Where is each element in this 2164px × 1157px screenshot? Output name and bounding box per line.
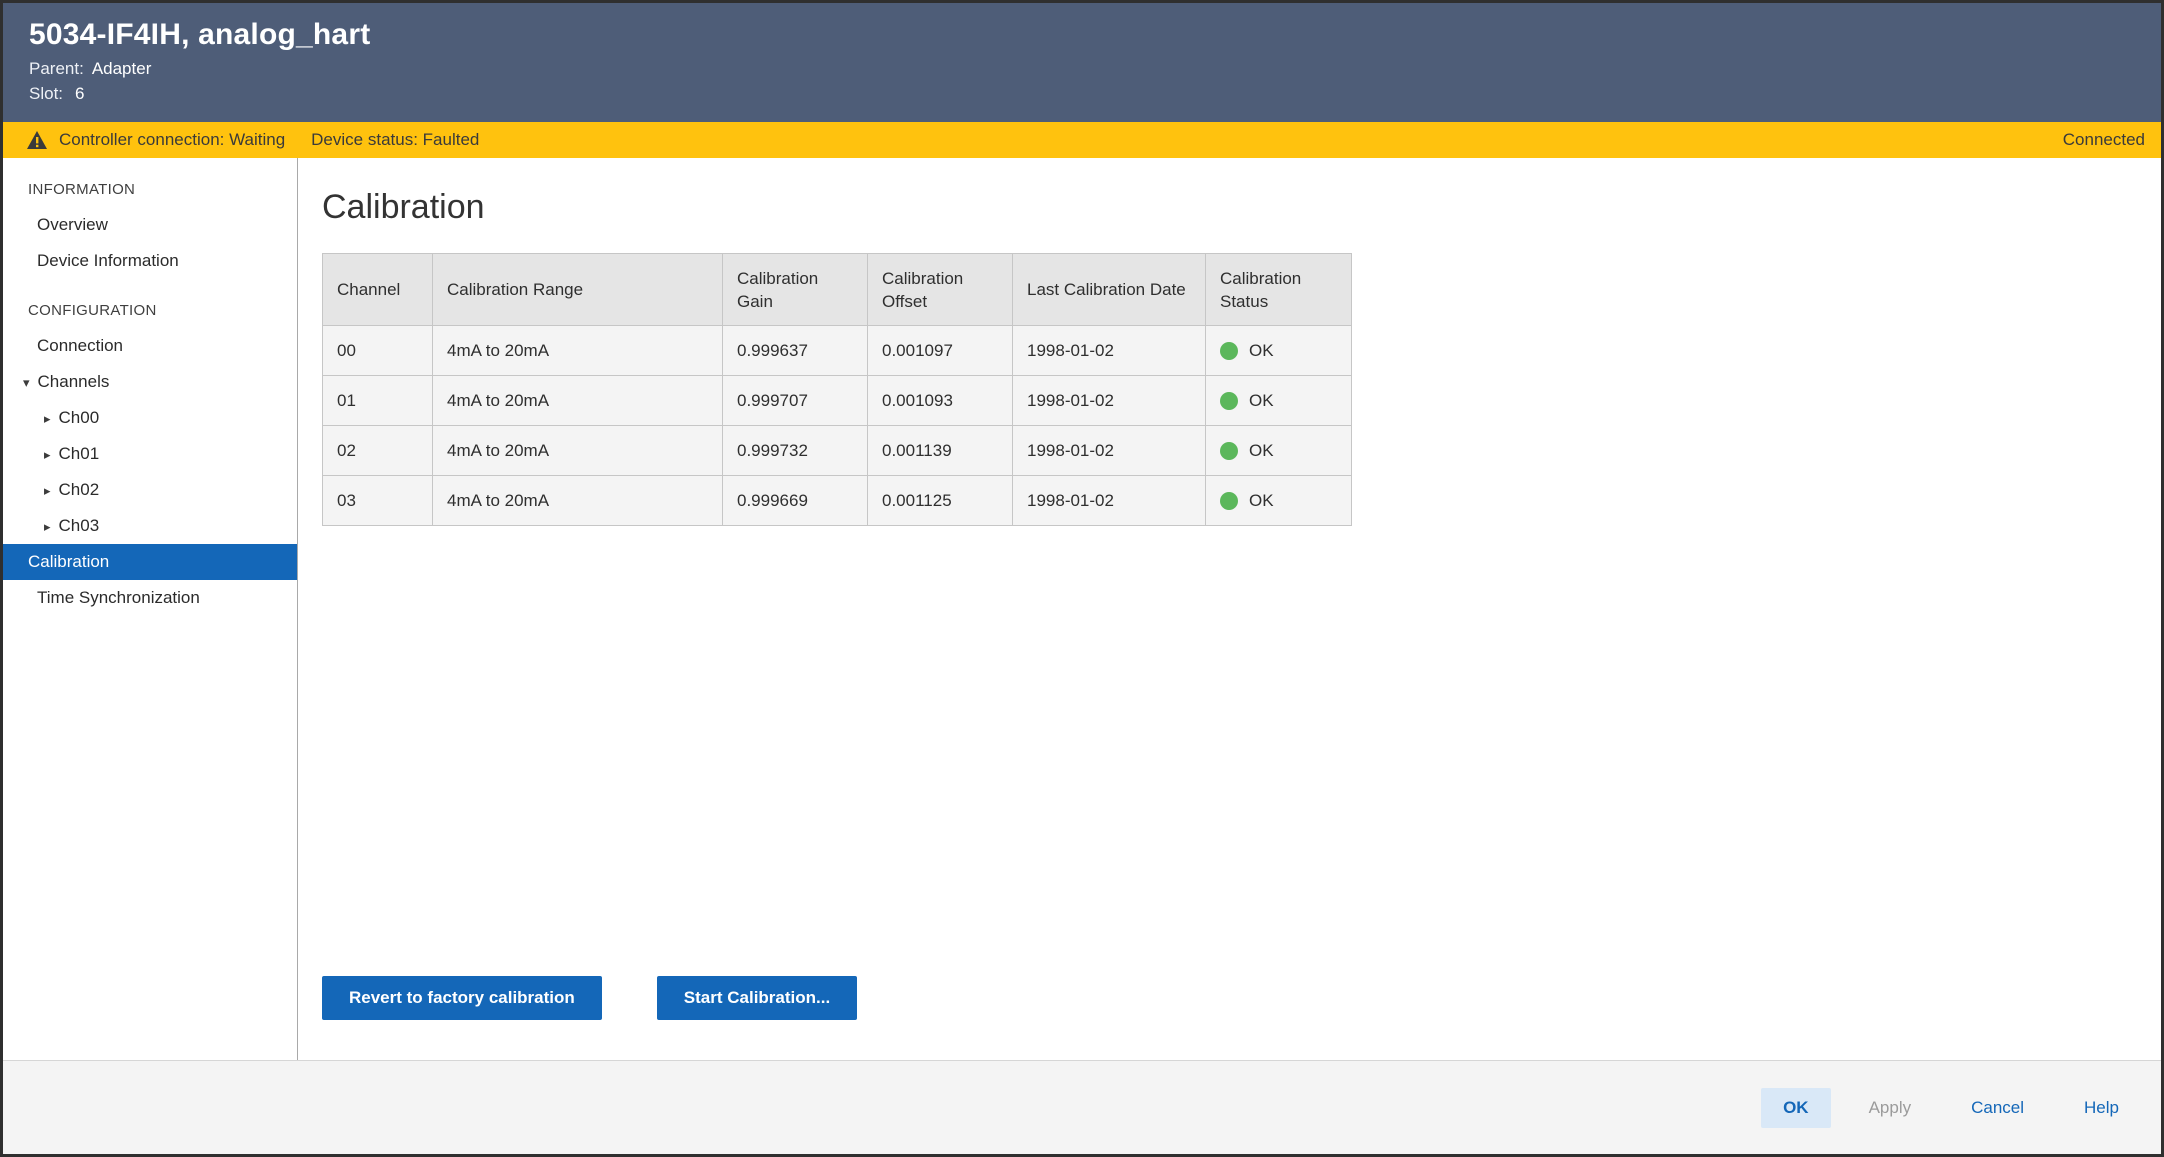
help-button[interactable]: Help xyxy=(2062,1088,2141,1128)
window-body: INFORMATION Overview Device Information … xyxy=(3,158,2161,1060)
status-banner: Controller connection: Waiting Device st… xyxy=(3,122,2161,158)
column-header-status: Calibration Status xyxy=(1206,254,1352,326)
cell-channel: 01 xyxy=(323,376,433,426)
cell-range: 4mA to 20mA xyxy=(433,426,723,476)
sidebar-item-ch01[interactable]: ▸ Ch01 xyxy=(3,436,297,472)
column-header-range: Calibration Range xyxy=(433,254,723,326)
sidebar-item-label: Calibration xyxy=(28,552,109,572)
status-label: OK xyxy=(1249,341,1274,361)
cell-range: 4mA to 20mA xyxy=(433,376,723,426)
apply-button[interactable]: Apply xyxy=(1847,1088,1934,1128)
cell-channel: 03 xyxy=(323,476,433,526)
sidebar-item-calibration[interactable]: Calibration xyxy=(3,544,297,580)
table-row: 02 4mA to 20mA 0.999732 0.001139 1998-01… xyxy=(323,426,1352,476)
table-row: 01 4mA to 20mA 0.999707 0.001093 1998-01… xyxy=(323,376,1352,426)
chevron-right-icon[interactable]: ▸ xyxy=(44,484,51,497)
warning-triangle-icon xyxy=(27,131,47,149)
calibration-table: Channel Calibration Range Calibration Ga… xyxy=(322,253,1352,526)
sidebar-item-label: Ch00 xyxy=(59,408,100,428)
device-status: Device status: Faulted xyxy=(311,130,479,150)
connection-state: Connected xyxy=(2063,130,2145,150)
chevron-right-icon[interactable]: ▸ xyxy=(44,520,51,533)
parent-value: Adapter xyxy=(92,59,152,79)
parent-label: Parent: xyxy=(29,59,84,79)
cell-channel: 02 xyxy=(323,426,433,476)
start-calibration-button[interactable]: Start Calibration... xyxy=(657,976,857,1020)
table-row: 03 4mA to 20mA 0.999669 0.001125 1998-01… xyxy=(323,476,1352,526)
table-header-row: Channel Calibration Range Calibration Ga… xyxy=(323,254,1352,326)
sidebar-item-label: Channels xyxy=(38,372,110,392)
slot-value: 6 xyxy=(75,84,84,104)
ok-button[interactable]: OK xyxy=(1761,1088,1831,1128)
status-ok-icon xyxy=(1220,342,1238,360)
cell-gain: 0.999707 xyxy=(723,376,868,426)
status-label: OK xyxy=(1249,441,1274,461)
dialog-footer: OK Apply Cancel Help xyxy=(3,1060,2161,1154)
cell-status: OK xyxy=(1206,476,1352,526)
chevron-down-icon[interactable]: ▾ xyxy=(23,376,30,389)
sidebar-item-connection[interactable]: Connection xyxy=(3,328,297,364)
sidebar-section-information: INFORMATION xyxy=(3,172,297,207)
cell-channel: 00 xyxy=(323,326,433,376)
cell-date: 1998-01-02 xyxy=(1013,426,1206,476)
cell-date: 1998-01-02 xyxy=(1013,376,1206,426)
sidebar-section-configuration: CONFIGURATION xyxy=(3,293,297,328)
main-content: Calibration Channel Calibration Range Ca… xyxy=(298,158,2161,1060)
cell-offset: 0.001139 xyxy=(868,426,1013,476)
cell-status: OK xyxy=(1206,326,1352,376)
sidebar-item-channels[interactable]: ▾ Channels xyxy=(3,364,297,400)
sidebar-item-label: Time Synchronization xyxy=(37,588,200,608)
cell-status: OK xyxy=(1206,426,1352,476)
sidebar-item-label: Overview xyxy=(37,215,108,235)
cell-offset: 0.001097 xyxy=(868,326,1013,376)
slot-label: Slot: xyxy=(29,84,63,104)
sidebar-item-ch03[interactable]: ▸ Ch03 xyxy=(3,508,297,544)
cell-date: 1998-01-02 xyxy=(1013,326,1206,376)
chevron-right-icon[interactable]: ▸ xyxy=(44,412,51,425)
sidebar-item-label: Ch02 xyxy=(59,480,100,500)
action-buttons: Revert to factory calibration Start Cali… xyxy=(322,976,857,1020)
window-title: 5034-IF4IH, analog_hart xyxy=(29,16,2161,54)
sidebar-item-label: Connection xyxy=(37,336,123,356)
sidebar-item-device-information[interactable]: Device Information xyxy=(3,243,297,279)
revert-to-factory-calibration-button[interactable]: Revert to factory calibration xyxy=(322,976,602,1020)
table-row: 00 4mA to 20mA 0.999637 0.001097 1998-01… xyxy=(323,326,1352,376)
module-properties-window: 5034-IF4IH, analog_hart Parent: Adapter … xyxy=(0,0,2164,1157)
sidebar-item-ch02[interactable]: ▸ Ch02 xyxy=(3,472,297,508)
cell-gain: 0.999669 xyxy=(723,476,868,526)
cell-gain: 0.999732 xyxy=(723,426,868,476)
status-ok-icon xyxy=(1220,442,1238,460)
column-header-gain: Calibration Gain xyxy=(723,254,868,326)
sidebar-item-ch00[interactable]: ▸ Ch00 xyxy=(3,400,297,436)
column-header-channel: Channel xyxy=(323,254,433,326)
sidebar-item-label: Ch01 xyxy=(59,444,100,464)
column-header-offset: Calibration Offset xyxy=(868,254,1013,326)
cell-status: OK xyxy=(1206,376,1352,426)
titlebar: 5034-IF4IH, analog_hart Parent: Adapter … xyxy=(3,3,2161,122)
sidebar-item-overview[interactable]: Overview xyxy=(3,207,297,243)
cancel-button[interactable]: Cancel xyxy=(1949,1088,2046,1128)
controller-connection-status: Controller connection: Waiting xyxy=(59,130,285,150)
sidebar-item-label: Device Information xyxy=(37,251,179,271)
chevron-right-icon[interactable]: ▸ xyxy=(44,448,51,461)
page-title: Calibration xyxy=(322,188,2161,227)
cell-offset: 0.001093 xyxy=(868,376,1013,426)
status-ok-icon xyxy=(1220,492,1238,510)
slot-line: Slot: 6 xyxy=(29,84,2161,104)
status-ok-icon xyxy=(1220,392,1238,410)
cell-date: 1998-01-02 xyxy=(1013,476,1206,526)
sidebar-nav: INFORMATION Overview Device Information … xyxy=(3,158,298,1060)
cell-range: 4mA to 20mA xyxy=(433,326,723,376)
status-label: OK xyxy=(1249,491,1274,511)
cell-gain: 0.999637 xyxy=(723,326,868,376)
cell-offset: 0.001125 xyxy=(868,476,1013,526)
parent-line: Parent: Adapter xyxy=(29,59,2161,79)
column-header-date: Last Calibration Date xyxy=(1013,254,1206,326)
cell-range: 4mA to 20mA xyxy=(433,476,723,526)
sidebar-item-label: Ch03 xyxy=(59,516,100,536)
status-label: OK xyxy=(1249,391,1274,411)
sidebar-item-time-synchronization[interactable]: Time Synchronization xyxy=(3,580,297,616)
